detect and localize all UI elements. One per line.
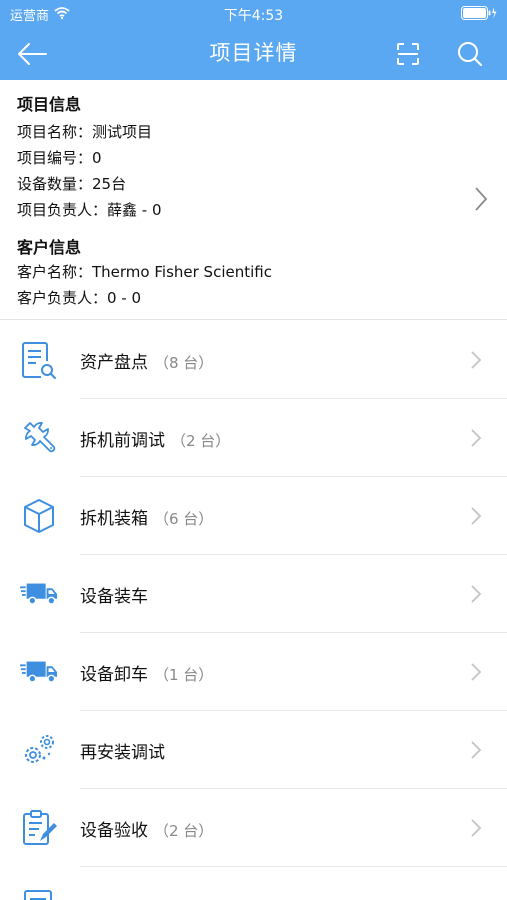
gears-icon (20, 731, 58, 769)
truck-load-icon (20, 575, 58, 613)
customer-info-heading: 客户信息 (17, 238, 82, 257)
project-manager: 项目负责人：薛鑫 - 0 (17, 201, 162, 219)
clipboard-check-icon (20, 809, 58, 847)
chevron-right-icon (474, 186, 488, 216)
project-info-card[interactable]: 项目信息 项目名称：测试项目 项目编号：0 设备数量：25台 项目负责人：薛鑫 … (0, 80, 507, 320)
project-info-heading: 项目信息 (17, 95, 82, 114)
project-name: 项目名称：测试项目 (17, 123, 153, 141)
scan-button[interactable] (392, 38, 424, 70)
menu-item-count: （2 台） (171, 432, 231, 450)
menu-item-acceptance[interactable]: 设备验收 （2 台） (0, 789, 507, 867)
menu-item-truck-unloading[interactable]: 设备卸车 （1 台） (0, 633, 507, 711)
menu-item-label: 资产盘点 （8 台） (80, 353, 214, 373)
wrench-icon (20, 419, 58, 457)
menu-item-count: （8 台） (154, 354, 214, 372)
status-bar: 运营商 下午4:53 (0, 0, 507, 28)
menu-item-label: 设备验收 （2 台） (80, 821, 214, 841)
chevron-right-icon (470, 428, 482, 452)
menu-item-packing[interactable]: 拆机装箱 （6 台） (0, 477, 507, 555)
device-count: 设备数量：25台 (17, 175, 127, 193)
menu-item-partial[interactable] (0, 867, 507, 900)
chevron-right-icon (470, 818, 482, 842)
page-title: 项目详情 (209, 41, 298, 65)
menu-item-label: 拆机装箱 （6 台） (80, 509, 214, 529)
battery-icon (461, 6, 497, 20)
menu-item-label: 再安装调试 (80, 743, 165, 763)
chevron-right-icon (470, 506, 482, 530)
chevron-right-icon (470, 584, 482, 608)
menu-item-count: （6 台） (154, 510, 214, 528)
customer-name: 客户名称：Thermo Fisher Scientific (17, 263, 272, 281)
menu-item-reinstall-debug[interactable]: 再安装调试 (0, 711, 507, 789)
scan-icon (397, 43, 419, 65)
nav-bar: 项目详情 (0, 28, 507, 80)
search-icon (458, 42, 482, 66)
menu-item-inventory[interactable]: 资产盘点 （8 台） (0, 321, 507, 399)
truck-unload-icon (20, 653, 58, 691)
chevron-right-icon (470, 350, 482, 374)
customer-manager: 客户负责人：0 - 0 (17, 289, 142, 307)
search-button[interactable] (454, 38, 486, 70)
menu-item-count: （2 台） (154, 822, 214, 840)
chevron-right-icon (470, 662, 482, 686)
menu-item-truck-loading[interactable]: 设备装车 (0, 555, 507, 633)
box-icon (20, 497, 58, 535)
menu-item-label: 设备卸车 （1 台） (80, 665, 214, 685)
inventory-doc-icon (20, 341, 58, 379)
status-time: 下午4:53 (223, 8, 284, 24)
header: 运营商 下午4:53 项目详情 (0, 0, 507, 80)
menu-item-pre-disassembly-debug[interactable]: 拆机前调试 （2 台） (0, 399, 507, 477)
menu-item-label: 拆机前调试 （2 台） (80, 431, 231, 451)
document-icon (20, 887, 58, 900)
chevron-right-icon (470, 740, 482, 764)
project-number: 项目编号：0 (17, 149, 102, 167)
menu-item-count: （1 台） (154, 666, 214, 684)
menu-item-label: 设备装车 (80, 587, 148, 607)
